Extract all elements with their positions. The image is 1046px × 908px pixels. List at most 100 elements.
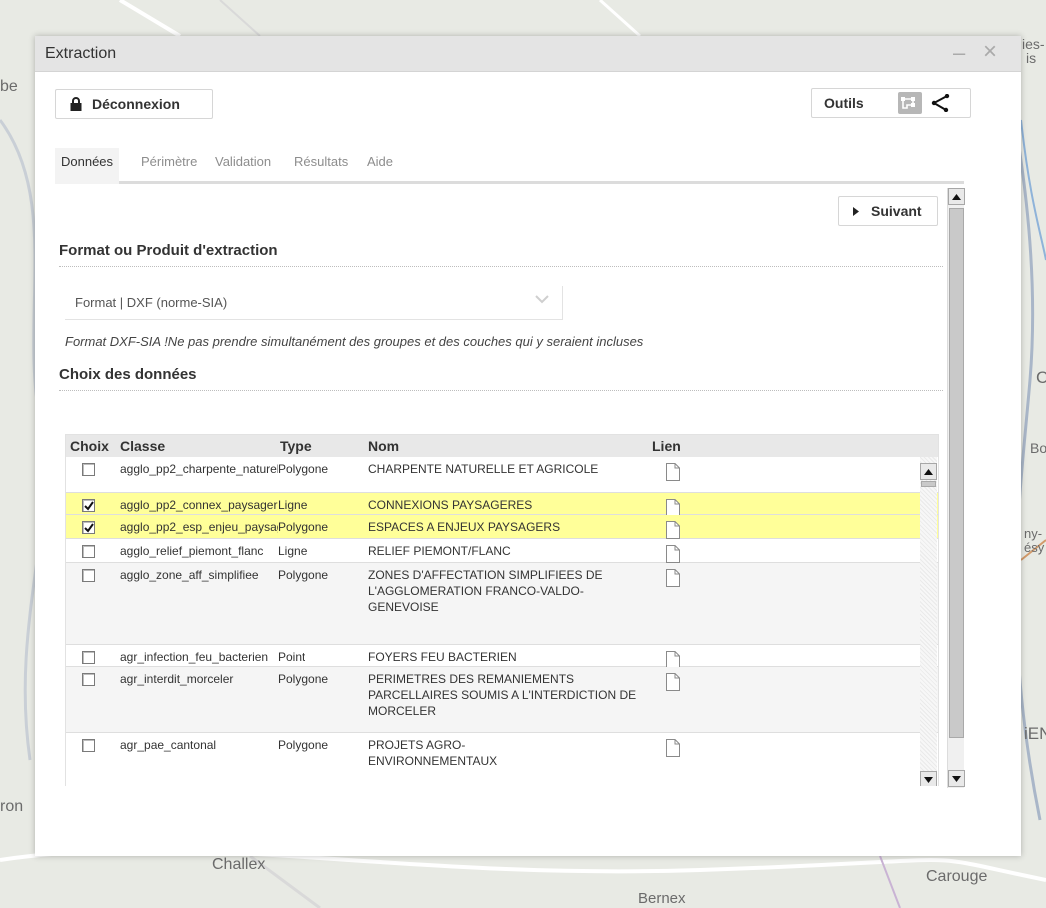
column-header-nom[interactable]: Nom xyxy=(368,438,399,454)
row-checkbox[interactable] xyxy=(82,463,95,476)
column-header-lien[interactable]: Lien xyxy=(652,438,681,454)
tab-resultats[interactable]: Résultats xyxy=(288,148,354,184)
format-note: Format DXF-SIA !Ne pas prendre simultané… xyxy=(65,334,644,349)
grid-vertical-scrollbar[interactable] xyxy=(920,457,937,786)
map-label: is xyxy=(1026,50,1037,66)
arrow-up-icon xyxy=(952,193,961,200)
cell-type: Polygone xyxy=(278,568,329,582)
logout-button[interactable]: Déconnexion xyxy=(55,89,213,119)
cell-type: Polygone xyxy=(278,738,329,752)
grid-header: Choix Classe Type Nom Lien xyxy=(66,435,938,457)
format-section-title: Format ou Produit d'extraction xyxy=(59,242,278,259)
row-checkbox[interactable] xyxy=(82,569,95,582)
row-checkbox[interactable] xyxy=(82,673,95,686)
table-row[interactable]: agglo_pp2_charpente_naturelle Polygone C… xyxy=(66,457,938,493)
row-checkbox[interactable] xyxy=(82,651,95,664)
document-icon[interactable] xyxy=(666,739,680,757)
scroll-up-button[interactable] xyxy=(948,188,965,205)
panel-vertical-scrollbar[interactable] xyxy=(947,188,965,788)
table-row[interactable]: agr_infection_feu_bacterien Point FOYERS… xyxy=(66,645,938,669)
document-icon[interactable] xyxy=(666,569,680,587)
row-checkbox[interactable] xyxy=(82,545,95,558)
checkmark-icon xyxy=(84,501,94,511)
dialog-titlebar[interactable]: Extraction – × xyxy=(35,36,1021,72)
row-checkbox[interactable] xyxy=(82,739,95,752)
table-row[interactable]: agglo_pp2_esp_enjeu_paysagers Polygone E… xyxy=(66,515,938,539)
map-label: iEN xyxy=(1024,724,1046,743)
document-icon[interactable] xyxy=(666,463,680,481)
row-checkbox[interactable] xyxy=(82,499,95,512)
table-row[interactable]: agglo_zone_aff_simplifiee Polygone ZONES… xyxy=(66,563,938,645)
lock-icon xyxy=(70,97,82,111)
cell-type: Polygone xyxy=(278,462,329,476)
cell-nom: CONNEXIONS PAYSAGERES xyxy=(368,498,533,512)
map-label: ny- xyxy=(1024,526,1043,541)
close-button[interactable]: × xyxy=(983,38,997,66)
cell-nom: ESPACES A ENJEUX PAYSAGERS xyxy=(368,520,561,534)
arrow-up-icon xyxy=(924,468,933,475)
document-icon[interactable] xyxy=(666,521,680,539)
tab-validation[interactable]: Validation xyxy=(209,148,277,184)
arrow-down-icon xyxy=(952,775,961,782)
table-row[interactable]: agr_pae_cantonal Polygone PROJETS AGRO-E… xyxy=(66,733,938,786)
map-label: Bernex xyxy=(638,890,686,907)
tab-bar: Données Périmètre Validation Résultats A… xyxy=(55,148,964,184)
cell-classe: agr_infection_feu_bacterien xyxy=(120,650,269,664)
scroll-down-button[interactable] xyxy=(948,770,965,787)
caret-right-icon xyxy=(853,206,859,216)
cell-classe: agglo_zone_aff_simplifiee xyxy=(120,568,259,582)
extraction-dialog: Extraction – × Déconnexion Outils Donnée… xyxy=(35,36,1021,856)
cell-classe: agglo_pp2_connex_paysageres xyxy=(120,498,278,512)
tab-donnees[interactable]: Données xyxy=(55,148,120,184)
cell-type: Polygone xyxy=(278,520,329,534)
map-label: Bo xyxy=(1030,440,1046,456)
tools-menu: Outils xyxy=(811,88,971,118)
column-header-type[interactable]: Type xyxy=(280,438,312,454)
map-label: ésy xyxy=(1024,540,1045,555)
cell-classe: agglo_pp2_esp_enjeu_paysagers xyxy=(120,520,278,534)
donnees-panel: Suivant Format ou Produit d'extraction F… xyxy=(55,186,945,786)
tab-perimetre[interactable]: Périmètre xyxy=(135,148,203,184)
arrow-down-icon xyxy=(924,776,933,783)
document-icon[interactable] xyxy=(666,545,680,563)
cell-classe: agglo_relief_piemont_flanc xyxy=(120,544,264,558)
map-label: ron xyxy=(0,798,24,815)
map-label: be xyxy=(0,78,18,95)
polygon-select-icon[interactable] xyxy=(898,92,922,114)
line-select-icon[interactable] xyxy=(928,92,952,114)
table-row[interactable]: agr_interdit_morceler Polygone PERIMETRE… xyxy=(66,667,938,733)
document-icon[interactable] xyxy=(666,673,680,691)
map-label: Carouge xyxy=(926,868,988,885)
scroll-thumb[interactable] xyxy=(949,208,964,738)
checkmark-icon xyxy=(84,523,94,533)
cell-nom: CHARPENTE NATURELLE ET AGRICOLE xyxy=(368,462,599,476)
row-checkbox[interactable] xyxy=(82,521,95,534)
next-button[interactable]: Suivant xyxy=(838,196,938,226)
cell-nom: PROJETS AGRO-ENVIRONNEMENTAUX xyxy=(368,738,498,768)
data-grid: Choix Classe Type Nom Lien agglo_pp2_cha… xyxy=(65,434,939,786)
logout-label: Déconnexion xyxy=(92,96,180,112)
map-label: Challex xyxy=(212,856,266,873)
data-section-title: Choix des données xyxy=(59,366,197,383)
scroll-down-button[interactable] xyxy=(920,771,937,786)
cell-nom: ZONES D'AFFECTATION SIMPLIFIEES DE L'AGG… xyxy=(368,568,603,614)
column-header-classe[interactable]: Classe xyxy=(120,438,165,454)
tab-aide[interactable]: Aide xyxy=(361,148,399,184)
cell-classe: agr_interdit_morceler xyxy=(120,672,234,686)
table-row[interactable]: agglo_relief_piemont_flanc Ligne RELIEF … xyxy=(66,539,938,563)
next-label: Suivant xyxy=(871,203,922,219)
chevron-down-icon xyxy=(535,295,549,304)
minimize-button[interactable]: – xyxy=(953,40,965,66)
map-label: C xyxy=(1036,368,1046,387)
cell-type: Ligne xyxy=(278,544,308,558)
scroll-up-button[interactable] xyxy=(920,463,937,480)
format-select-value: Format | DXF (norme-SIA) xyxy=(75,295,228,310)
column-header-choix[interactable]: Choix xyxy=(70,438,109,454)
dialog-title: Extraction xyxy=(45,45,117,62)
format-select[interactable]: Format | DXF (norme-SIA) xyxy=(65,286,563,320)
cell-nom: RELIEF PIEMONT/FLANC xyxy=(368,544,511,558)
tools-label: Outils xyxy=(824,95,864,111)
cell-classe: agglo_pp2_charpente_naturelle xyxy=(120,462,278,476)
scroll-thumb[interactable] xyxy=(921,481,936,487)
table-row[interactable]: agglo_pp2_connex_paysageres Ligne CONNEX… xyxy=(66,493,938,517)
